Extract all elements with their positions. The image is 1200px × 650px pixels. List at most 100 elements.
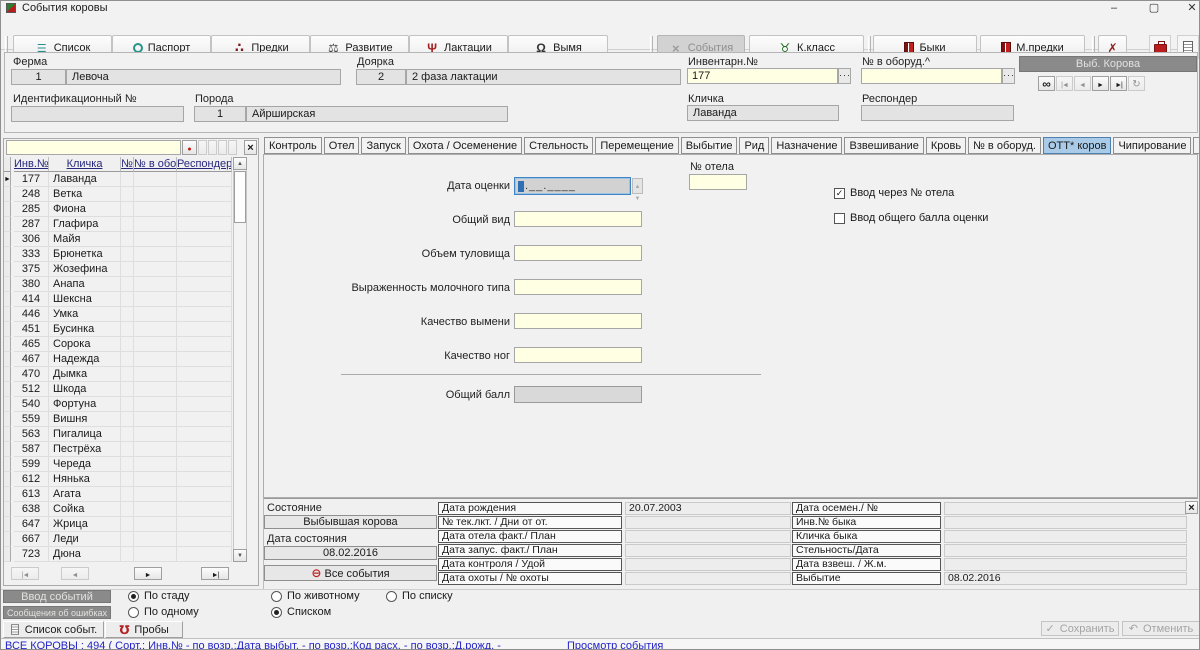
cow-row[interactable]: 306Майя [4,232,230,247]
maximize-button[interactable]: ▢ [1139,1,1169,16]
cow-row[interactable]: 287Глафира [4,217,230,232]
cancel-button[interactable]: Отменить [1122,621,1200,636]
tab-Охота / Осеменение[interactable]: Охота / Осеменение [408,137,522,154]
scroll-down-icon[interactable] [233,549,247,562]
tab-Контроль[interactable]: Контроль [264,137,322,154]
calving-number-input[interactable] [689,174,747,190]
all-events-button[interactable]: Все события [264,565,437,581]
cow-cell: 647 [14,517,49,532]
scroll-up-icon[interactable] [233,157,247,170]
column-header-№ в обо[interactable]: № в обо [134,157,177,172]
cow-row[interactable]: 446Умка [4,307,230,322]
list-nav-last-icon[interactable] [201,567,229,580]
minimize-button[interactable]: – [1099,1,1129,16]
checkbox-Ввод через № отела[interactable]: ✓Ввод через № отела [834,187,954,199]
column-header-Кличка[interactable]: Кличка [49,157,121,172]
equipment-number-input[interactable] [861,68,1002,84]
cow-row[interactable]: 559Вишня [4,412,230,427]
cow-row[interactable]: 285Фиона [4,202,230,217]
search-red-dot-icon[interactable] [182,140,197,155]
cow-row[interactable]: 375Жозефина [4,262,230,277]
tab-ОТТ* коров[interactable]: ОТТ* коров [1043,137,1111,154]
date-spinner[interactable] [632,178,643,194]
cow-row[interactable]: 248Ветка [4,187,230,202]
events-list-button[interactable]: Список событ. [3,621,104,638]
cow-nav-refresh-icon[interactable] [1128,76,1145,91]
radio-Списком[interactable]: Списком [271,606,331,618]
cow-nav-first-icon[interactable] [1056,76,1073,91]
equipment-lookup-button[interactable]: ··· [1002,68,1015,84]
close-button[interactable]: ✕ [1177,1,1200,16]
cow-row[interactable]: 333Брюнетка [4,247,230,262]
radio-По стаду[interactable]: По стаду [128,590,190,602]
breed-label: Порода [195,93,234,105]
tab-Рид[interactable]: Рид [739,137,769,154]
cow-row[interactable]: 613Агата [4,487,230,502]
cow-row[interactable]: 414Шексна [4,292,230,307]
cow-row[interactable]: 465Сорока [4,337,230,352]
list-nav-next-icon[interactable] [134,567,162,580]
tab-Перемещение[interactable]: Перемещение [595,137,678,154]
cow-nav-last-icon[interactable] [1110,76,1127,91]
toolbar: СписокПаспортПредкиРазвитиеЛактацииВымяС… [1,16,1199,50]
tab-№ в оборуд.[interactable]: № в оборуд. [968,137,1041,154]
radio-По животному[interactable]: По животному [271,590,360,602]
save-button[interactable]: Сохранить [1041,621,1119,636]
samples-button[interactable]: Пробы [105,621,183,638]
column-header-Инв.№[interactable]: Инв.№ [14,157,49,172]
search-mini-icon[interactable] [218,140,227,155]
cow-nav-prior-icon[interactable] [1074,76,1091,91]
cow-row[interactable]: 512Шкода [4,382,230,397]
search-close-icon[interactable] [244,140,257,155]
field-input-Общий вид[interactable] [514,211,642,227]
cow-row[interactable]: 667Леди [4,532,230,547]
select-cow-button[interactable]: Выб. Корова [1019,56,1197,72]
radio-По одному[interactable]: По одному [128,606,199,618]
cow-nav-next-icon[interactable] [1092,76,1109,91]
cow-cell [177,502,232,517]
info-close-button[interactable] [1185,501,1198,514]
tab-Запуск[interactable]: Запуск [361,137,405,154]
inventory-lookup-button[interactable]: ··· [838,68,851,84]
cow-search-input[interactable] [6,140,181,155]
cow-row[interactable]: 563Пигалица [4,427,230,442]
tab-Кровь[interactable]: Кровь [926,137,966,154]
checkbox-Ввод общего балла оценки[interactable]: Ввод общего балла оценки [834,212,988,224]
tab-Взвешивание[interactable]: Взвешивание [844,137,923,154]
tab-Чипирование[interactable]: Чипирование [1113,137,1191,154]
cow-row[interactable]: 647Жрица [4,517,230,532]
farm-label: Ферма [13,56,47,68]
search-mini-icon[interactable] [208,140,217,155]
cow-row[interactable]: 451Бусинка [4,322,230,337]
tab-Выбытие[interactable]: Выбытие [681,137,738,154]
radio-По списку[interactable]: По списку [386,590,453,602]
cow-row[interactable]: 587Пестрёха [4,442,230,457]
tab-Отел[interactable]: Отел [324,137,360,154]
list-nav-prior-icon[interactable] [61,567,89,580]
cow-row[interactable]: 470Дымка [4,367,230,382]
field-input-Выраженность молочного типа[interactable] [514,279,642,295]
column-header-№[interactable]: № [121,157,134,172]
tab-Регистрация[interactable]: Регистрация [1193,137,1200,154]
tab-Стельность[interactable]: Стельность [524,137,593,154]
cow-row[interactable]: 638Сойка [4,502,230,517]
inventory-number-input[interactable]: 177 [687,68,838,84]
field-input-Объем туловища[interactable] [514,245,642,261]
tab-Назначение[interactable]: Назначение [771,137,842,154]
field-input-Качество ног[interactable] [514,347,642,363]
list-nav-first-icon[interactable] [11,567,39,580]
cow-row[interactable]: ►177Лаванда [4,172,230,187]
cow-row[interactable]: 467Надежда [4,352,230,367]
cow-row[interactable]: 612Нянька [4,472,230,487]
column-header-Респондер[interactable]: Респондер [177,157,232,172]
search-mini-icon[interactable] [198,140,207,155]
field-input-Качество вымени[interactable] [514,313,642,329]
evaluation-date-input[interactable]: .__.____ [514,177,631,195]
scrollbar-thumb[interactable] [234,171,246,223]
cow-row[interactable]: 540Фортуна [4,397,230,412]
cow-row[interactable]: 380Анапа [4,277,230,292]
cow-nav-binoculars-icon[interactable] [1038,76,1055,91]
cow-row[interactable]: 723Дюна [4,547,230,562]
search-mini-icon[interactable] [228,140,237,155]
cow-row[interactable]: 599Череда [4,457,230,472]
